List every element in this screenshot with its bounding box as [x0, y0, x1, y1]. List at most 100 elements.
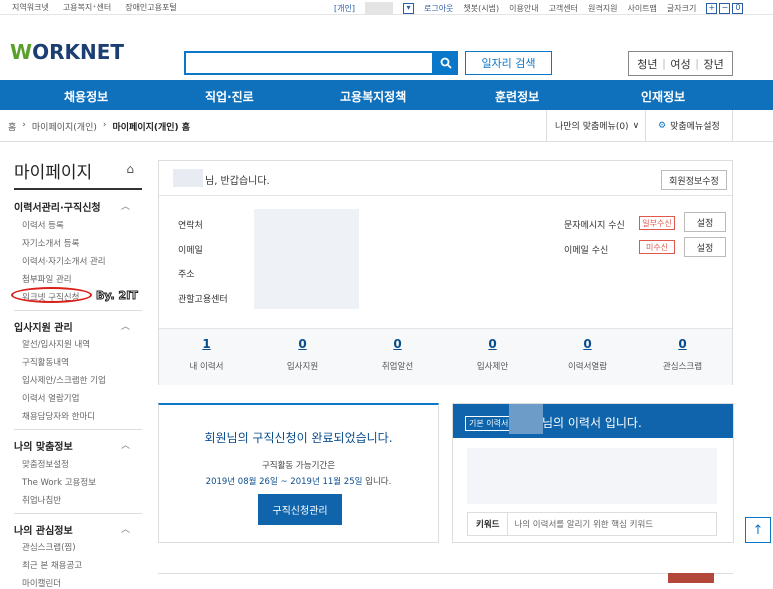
- stat-label: 내 이력서: [189, 362, 224, 372]
- font-decrease-button[interactable]: −: [719, 2, 731, 14]
- sms-label: 문자메시지 수신: [564, 221, 625, 231]
- sidebar-item-activity[interactable]: 구직활동내역: [22, 356, 69, 368]
- link-disabled-portal[interactable]: 장애인고용포털: [125, 2, 177, 13]
- stat-value: 0: [488, 337, 497, 351]
- sidebar-item-scrap[interactable]: 관심스크랩(찜): [22, 541, 76, 553]
- stat-referral[interactable]: 0 취업알선: [350, 337, 445, 372]
- font-increase-button[interactable]: +: [706, 2, 718, 14]
- divider: |: [695, 57, 699, 70]
- sidebar-item-calendar[interactable]: 마이캘린더: [22, 577, 61, 589]
- site-header: WORKNET 일자리 검색 청년 | 여성 | 장년: [0, 15, 773, 79]
- sitemap-link[interactable]: 사이트맵: [627, 3, 656, 14]
- stat-offer[interactable]: 0 입사제안: [445, 337, 540, 372]
- chevron-right-icon: ›: [22, 120, 26, 130]
- font-reset-button[interactable]: 0: [732, 2, 744, 14]
- stat-value: 0: [583, 337, 592, 351]
- home-icon[interactable]: ⌂: [126, 162, 134, 176]
- sidebar-item-custom-setting[interactable]: 맞춤정보설정: [22, 458, 69, 470]
- sidebar-item-recent-jobs[interactable]: 최근 본 채용공고: [22, 559, 82, 571]
- personal-info-redacted: [254, 209, 359, 309]
- sidebar-item-compass[interactable]: 취업나침반: [22, 494, 61, 506]
- font-size-label: 글자크기: [666, 3, 697, 13]
- keyword-label: 키워드: [468, 513, 509, 535]
- field-email-label: 이메일: [178, 246, 203, 256]
- stat-scrap[interactable]: 0 관심스크랩: [635, 337, 730, 372]
- breadcrumb: 홈 › 마이페이지(개인) › 마이페이지(개인) 홈 나만의 맞춤메뉴(0) …: [0, 110, 773, 142]
- greeting-bar: 님, 반갑습니다. 회원정보수정: [159, 161, 732, 196]
- user-name-redacted: [509, 404, 543, 434]
- stat-apply[interactable]: 0 입사지원: [255, 337, 350, 372]
- breadcrumb-path: 홈 › 마이페이지(개인) › 마이페이지(개인) 홈: [8, 120, 190, 133]
- sms-setting-button[interactable]: 설정: [684, 212, 726, 232]
- sidebar-item-thework[interactable]: The Work 고용정보: [22, 476, 96, 488]
- segment-women[interactable]: 여성: [670, 56, 690, 72]
- sidebar-item-resume-register[interactable]: 이력서 등록: [22, 219, 64, 231]
- divider: |: [662, 57, 666, 70]
- sidebar-section-custom[interactable]: 나의 맞춤정보: [14, 438, 73, 453]
- chevron-up-icon[interactable]: ︿: [121, 522, 130, 535]
- breadcrumb-home[interactable]: 홈: [8, 120, 16, 133]
- sidebar-item-viewed-companies[interactable]: 이력서 열람기업: [22, 392, 79, 404]
- greeting-text: 님, 반갑습니다.: [205, 176, 270, 187]
- chevron-up-icon[interactable]: ︿: [121, 199, 130, 212]
- sidebar-section-application[interactable]: 입사지원 관리: [14, 319, 73, 334]
- chevron-up-icon[interactable]: ︿: [121, 438, 130, 451]
- remote-support-link[interactable]: 원격지원: [588, 3, 617, 14]
- segment-senior[interactable]: 장년: [703, 56, 723, 72]
- job-application-manage-button[interactable]: 구직신청관리: [258, 494, 342, 525]
- chevron-down-icon: ∨: [632, 120, 640, 131]
- breadcrumb-mypage[interactable]: 마이페이지(개인): [32, 120, 97, 133]
- sidebar-section-interest[interactable]: 나의 관심정보: [14, 522, 73, 537]
- stat-resume[interactable]: 1 내 이력서: [159, 337, 254, 372]
- nav-career[interactable]: 직업·진로: [205, 88, 254, 105]
- divider: [14, 513, 142, 514]
- email-receive-label: 이메일 수신: [564, 246, 609, 256]
- field-center-label: 관할고용센터: [178, 295, 228, 305]
- stat-resume-view[interactable]: 0 이력서열람: [540, 337, 635, 372]
- guide-link[interactable]: 이용안내: [509, 3, 538, 14]
- sms-status-badge: 일부수신: [639, 216, 675, 230]
- logout-link[interactable]: 로그아웃: [424, 3, 453, 14]
- link-welfare-center[interactable]: 고용복지⁺센터: [63, 2, 111, 13]
- customer-center-link[interactable]: 고객센터: [549, 3, 578, 14]
- breadcrumb-current: 마이페이지(개인) 홈: [112, 123, 191, 133]
- sidebar-item-attachments[interactable]: 첨부파일 관리: [22, 273, 72, 285]
- audience-segments: 청년 | 여성 | 장년: [628, 51, 733, 76]
- sidebar-item-offers[interactable]: 입사제안/스크랩한 기업: [22, 374, 106, 386]
- resume-header: 기본 이력서 님의 이력서 입니다.: [453, 404, 733, 438]
- email-setting-button[interactable]: 설정: [684, 237, 726, 257]
- menu-setting-button[interactable]: ⚙ 맞춤메뉴설정: [648, 110, 733, 141]
- stat-value: 1: [202, 337, 211, 351]
- chevron-up-icon[interactable]: ︿: [121, 319, 130, 332]
- nav-recruitment[interactable]: 채용정보: [64, 88, 108, 105]
- field-address-label: 주소: [178, 270, 195, 280]
- nav-welfare-policy[interactable]: 고용복지정책: [340, 88, 406, 105]
- sidebar-section-resume[interactable]: 이력서관리·구직신청: [14, 199, 101, 214]
- sidebar-item-apply-history[interactable]: 알선/입사지원 내역: [22, 338, 90, 350]
- scroll-top-arrow-icon[interactable]: ↑: [745, 517, 771, 543]
- link-local-worknet[interactable]: 지역워크넷: [12, 2, 49, 13]
- email-status-badge: 미수신: [639, 240, 675, 254]
- utility-left-links: 지역워크넷 고용복지⁺센터 장애인고용포털: [12, 2, 177, 13]
- search-input[interactable]: [184, 51, 434, 75]
- my-menu-dropdown[interactable]: 나만의 맞춤메뉴(0) ∨: [546, 110, 646, 141]
- nav-talent[interactable]: 인재정보: [641, 88, 685, 105]
- my-menu-label: 나만의 맞춤메뉴(0): [555, 122, 629, 132]
- resume-type-badge: 기본 이력서: [465, 416, 513, 431]
- watermark: By. 2IT: [96, 289, 139, 303]
- search-icon[interactable]: [434, 51, 458, 75]
- utility-bar: 지역워크넷 고용복지⁺센터 장애인고용포털 [개인] ▾ 로그아웃 챗봇(시범)…: [0, 0, 773, 15]
- stat-value: 0: [298, 337, 307, 351]
- sidebar-item-cover-letter[interactable]: 자기소개서 등록: [22, 237, 79, 249]
- resume-title[interactable]: 님의 이력서 입니다.: [542, 414, 642, 431]
- sidebar-item-recruiter-chat[interactable]: 채용담당자와 한마디: [22, 410, 95, 422]
- profile-panel: 님, 반갑습니다. 회원정보수정 연락처 이메일 주소 관할고용센터 문자메시지…: [158, 160, 733, 385]
- edit-profile-button[interactable]: 회원정보수정: [661, 170, 727, 190]
- worknet-logo[interactable]: WORKNET: [10, 40, 124, 64]
- segment-youth[interactable]: 청년: [637, 56, 657, 72]
- job-search-button[interactable]: 일자리 검색: [465, 51, 552, 75]
- nav-training[interactable]: 훈련정보: [495, 88, 539, 105]
- chevron-down-icon[interactable]: ▾: [402, 2, 414, 14]
- sidebar-item-resume-manage[interactable]: 이력서·자기소개서 관리: [22, 255, 106, 267]
- chatbot-link[interactable]: 챗봇(시범): [463, 3, 499, 14]
